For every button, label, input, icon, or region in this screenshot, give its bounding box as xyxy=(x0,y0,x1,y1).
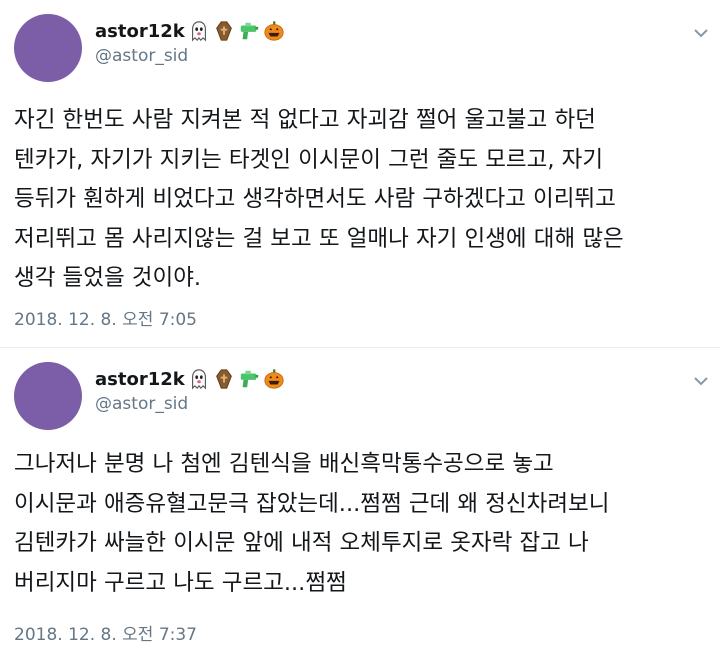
user-name-row: astor12k xyxy=(95,16,285,46)
display-name[interactable]: astor12k xyxy=(95,369,185,390)
tweet-card[interactable]: astor12k @astor_sid 자긴 한번도 사람 지켜본 적 없다고 … xyxy=(0,0,720,348)
user-handle[interactable]: @astor_sid xyxy=(95,46,188,66)
avatar[interactable] xyxy=(14,14,82,82)
tweet-timestamp[interactable]: 2018. 12. 8. 오전 7:05 xyxy=(14,305,197,330)
jack-o-lantern-icon xyxy=(264,369,284,389)
coffin-icon xyxy=(215,369,232,389)
chevron-down-icon[interactable] xyxy=(694,28,708,38)
water-pistol-icon xyxy=(240,370,258,388)
tweet-text: 그나저나 분명 나 첨엔 김텐식을 배신흑막통수공으로 놓고 이시문과 애증유혈… xyxy=(14,451,610,596)
user-handle[interactable]: @astor_sid xyxy=(95,394,188,414)
tweet-timestamp[interactable]: 2018. 12. 8. 오전 7:37 xyxy=(14,620,197,645)
jack-o-lantern-icon xyxy=(264,21,284,41)
tweet-card[interactable]: astor12k @astor_sid 그나저나 분명 나 첨엔 김텐식을 배신… xyxy=(0,348,720,654)
user-name-row: astor12k xyxy=(95,364,285,394)
ghost-icon xyxy=(191,21,206,42)
coffin-icon xyxy=(215,21,232,41)
water-pistol-icon xyxy=(240,22,258,40)
tweet-text: 자긴 한번도 사람 지켜본 적 없다고 자괴감 쩔어 울고불고 하던 텐카가, … xyxy=(14,107,624,291)
chevron-down-icon[interactable] xyxy=(694,376,708,386)
ghost-icon xyxy=(191,369,206,390)
avatar[interactable] xyxy=(14,362,82,430)
display-name[interactable]: astor12k xyxy=(95,21,185,42)
